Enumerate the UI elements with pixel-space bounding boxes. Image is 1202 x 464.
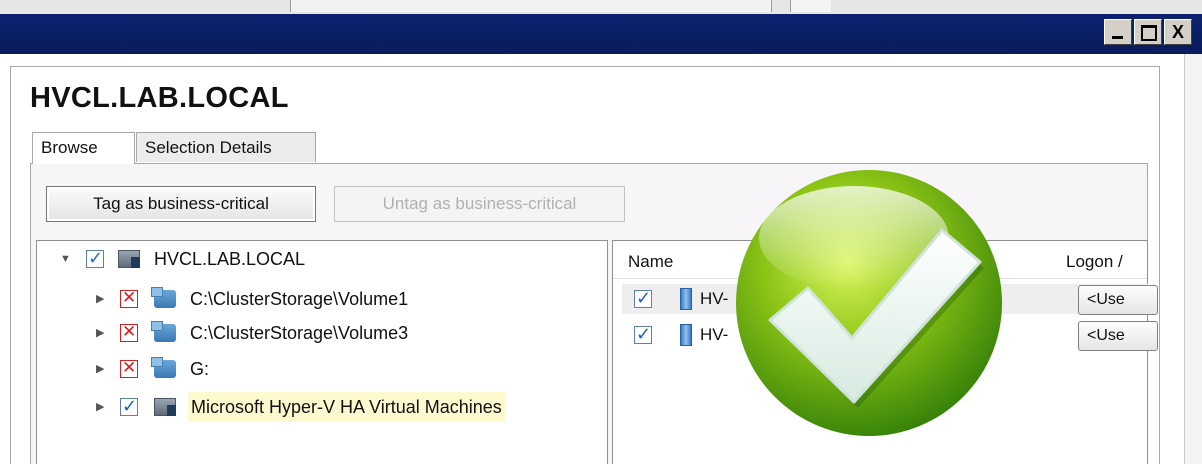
chevron-down-icon[interactable]: ▼ bbox=[60, 244, 72, 274]
column-header-name[interactable]: Name bbox=[628, 252, 673, 272]
chevron-right-icon[interactable]: ▶ bbox=[96, 318, 108, 348]
success-checkmark-icon bbox=[736, 170, 1002, 436]
tree-item-label: C:\ClusterStorage\Volume1 bbox=[190, 289, 409, 309]
background-window-strip bbox=[0, 0, 1202, 15]
cluster-icon bbox=[118, 250, 140, 268]
close-icon: X bbox=[1171, 22, 1184, 42]
storage-icon bbox=[151, 287, 176, 308]
tree-item-checkbox[interactable] bbox=[120, 319, 138, 345]
list-item-checkbox[interactable] bbox=[634, 321, 652, 347]
chevron-right-icon[interactable]: ▶ bbox=[96, 392, 108, 422]
hyperv-icon bbox=[154, 398, 176, 416]
tab-browse[interactable]: Browse bbox=[32, 132, 135, 164]
tab-selection-details[interactable]: Selection Details bbox=[136, 132, 316, 162]
virtual-machine-icon bbox=[680, 324, 692, 346]
tree-item-label: G: bbox=[190, 359, 210, 379]
window-title-bar[interactable]: X bbox=[0, 14, 1202, 54]
logon-as-button[interactable]: <Use bbox=[1078, 285, 1158, 315]
virtual-machine-icon bbox=[680, 288, 692, 310]
tree-item-checkbox[interactable] bbox=[120, 355, 138, 381]
logon-as-button[interactable]: <Use bbox=[1078, 321, 1158, 351]
background-field bbox=[290, 0, 772, 12]
maximize-button[interactable] bbox=[1134, 19, 1162, 45]
close-button[interactable]: X bbox=[1164, 19, 1192, 45]
chevron-right-icon[interactable]: ▶ bbox=[96, 354, 108, 384]
tree-item-label: C:\ClusterStorage\Volume3 bbox=[190, 323, 409, 343]
list-item-checkbox[interactable] bbox=[634, 285, 652, 311]
storage-icon bbox=[151, 357, 176, 378]
tree-item-checkbox[interactable] bbox=[120, 285, 138, 311]
chevron-right-icon[interactable]: ▶ bbox=[96, 284, 108, 314]
page-title: HVCL.LAB.LOCAL bbox=[30, 82, 289, 114]
tag-business-critical-button[interactable]: Tag as business-critical bbox=[46, 186, 316, 222]
tree-item-label: Microsoft Hyper-V HA Virtual Machines bbox=[188, 392, 505, 422]
tree-item-checkbox[interactable] bbox=[86, 245, 104, 271]
background-field bbox=[790, 0, 831, 12]
column-header-logon[interactable]: Logon / bbox=[1066, 252, 1123, 272]
tree-item-checkbox[interactable] bbox=[120, 393, 138, 419]
storage-icon bbox=[151, 321, 176, 342]
tree-pane[interactable] bbox=[36, 240, 608, 464]
tree-item-label: HVCL.LAB.LOCAL bbox=[154, 249, 306, 269]
untag-business-critical-button: Untag as business-critical bbox=[334, 186, 625, 222]
minimize-button[interactable] bbox=[1104, 19, 1132, 45]
window-right-edge bbox=[1184, 54, 1202, 464]
